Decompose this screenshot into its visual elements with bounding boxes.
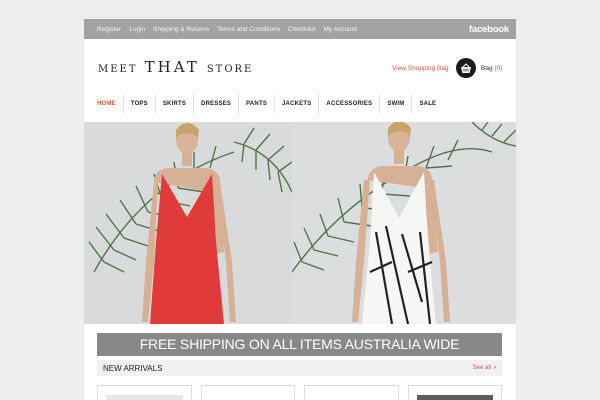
bag-status[interactable]: Bag (0) — [481, 65, 502, 72]
shipping-returns-link[interactable]: Shipping & Returns — [153, 26, 209, 33]
product-thumbnail — [106, 395, 183, 400]
top-utility-bar: Register Login Shipping & Returns Terms … — [84, 19, 516, 39]
new-arrivals-header: NEW ARRIVALS See all › — [97, 360, 502, 376]
logo-word-store: STORE — [206, 64, 254, 75]
product-grid — [97, 385, 502, 400]
main-navigation: HOME TOPS SKIRTS DRESSES PANTS JACKETS A… — [84, 91, 516, 117]
top-links: Register Login Shipping & Returns Terms … — [97, 26, 357, 33]
product-card[interactable] — [200, 385, 295, 400]
product-card[interactable] — [407, 385, 502, 400]
hero-image-white-dress[interactable] — [292, 122, 516, 324]
product-card[interactable] — [97, 385, 192, 400]
logo-word-that: THAT — [144, 58, 200, 76]
nav-dresses[interactable]: DRESSES — [194, 94, 240, 114]
nav-swim[interactable]: SWIM — [380, 94, 413, 114]
facebook-link[interactable]: facebook — [469, 24, 509, 35]
hero-slider[interactable] — [84, 122, 516, 324]
free-shipping-banner[interactable]: FREE SHIPPING ON ALL ITEMS AUSTRALIA WID… — [97, 333, 502, 356]
shopping-basket-icon[interactable] — [456, 58, 476, 78]
page-container: Register Login Shipping & Returns Terms … — [84, 19, 516, 400]
my-account-link[interactable]: My Account — [323, 26, 357, 33]
bag-count: (0) — [494, 65, 503, 72]
checkout-link[interactable]: Checkout — [288, 26, 315, 33]
see-all-link[interactable]: See all › — [473, 365, 496, 371]
hero-image-red-dress[interactable] — [84, 122, 292, 324]
see-all-label: See all — [472, 365, 491, 371]
store-logo[interactable]: MEET THAT STORE — [98, 57, 253, 76]
register-link[interactable]: Register — [97, 26, 121, 33]
nav-skirts[interactable]: SKIRTS — [156, 94, 195, 114]
login-link[interactable]: Login — [129, 26, 145, 33]
product-card[interactable] — [304, 385, 399, 400]
nav-accessories[interactable]: ACCESSORIES — [319, 94, 381, 114]
new-arrivals-title: NEW ARRIVALS — [103, 363, 163, 373]
nav-home[interactable]: HOME — [90, 94, 124, 114]
product-thumbnail — [416, 395, 493, 400]
logo-word-meet: MEET — [98, 64, 138, 75]
chevron-right-icon: › — [494, 365, 496, 371]
nav-tops[interactable]: TOPS — [124, 94, 156, 114]
nav-jackets[interactable]: JACKETS — [275, 94, 320, 114]
view-shopping-bag-link[interactable]: View Shopping Bag — [392, 65, 449, 72]
bag-label: Bag — [481, 65, 493, 72]
nav-pants[interactable]: PANTS — [239, 94, 276, 114]
nav-sale[interactable]: SALE — [412, 94, 443, 114]
terms-link[interactable]: Terms and Conditions — [217, 26, 280, 33]
site-header: MEET THAT STORE View Shopping Bag Bag (0… — [84, 39, 516, 91]
